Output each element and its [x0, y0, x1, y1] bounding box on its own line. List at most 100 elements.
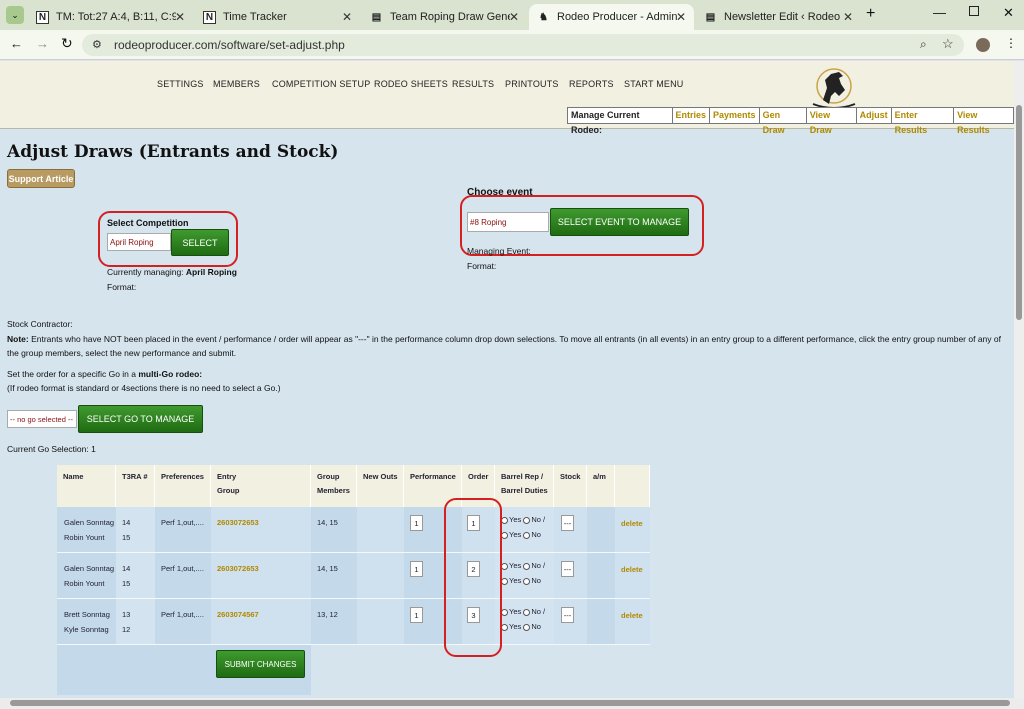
barrel-options: Yes No / Yes No: [501, 604, 545, 634]
group-members: 14, 15: [317, 564, 338, 573]
barrel-rep-no-radio[interactable]: [523, 562, 531, 570]
select-competition-button[interactable]: SELECT: [171, 229, 229, 256]
link-entries[interactable]: Entries: [673, 108, 711, 123]
stock-select[interactable]: ---: [561, 561, 574, 577]
tab-list-dropdown-icon[interactable]: ⌄: [6, 6, 24, 24]
avatar[interactable]: [976, 38, 990, 52]
link-gen-draw[interactable]: Gen Draw: [760, 108, 807, 135]
barrel-duty-yes-radio[interactable]: [501, 531, 508, 539]
site-info-icon[interactable]: ⚙: [92, 38, 102, 51]
performance-input[interactable]: 1: [410, 607, 423, 623]
barrel-rep-yes-radio[interactable]: [501, 516, 508, 524]
barrel-options: Yes No / Yes No: [501, 558, 545, 588]
barrel-duty-no-radio[interactable]: [523, 623, 531, 631]
select-go-button[interactable]: SELECT GO TO MANAGE: [78, 405, 203, 433]
browser-tab[interactable]: ▤ Newsletter Edit ‹ Rodeo Produc ✕: [696, 4, 861, 30]
barrel-rep-yes-radio[interactable]: [501, 562, 508, 570]
barrel-duty-no-radio[interactable]: [523, 531, 531, 539]
barrel-options: Yes No / Yes No: [501, 512, 545, 542]
link-payments[interactable]: Payments: [710, 108, 760, 123]
link-enter-results[interactable]: Enter Results: [892, 108, 955, 135]
close-icon[interactable]: ✕: [843, 10, 853, 24]
competition-input[interactable]: April Roping: [107, 233, 171, 251]
maximize-icon[interactable]: [969, 6, 979, 16]
close-icon[interactable]: ✕: [342, 10, 352, 24]
barrel-duty-no-radio[interactable]: [523, 577, 531, 585]
notion-icon: N: [203, 10, 216, 24]
delete-link[interactable]: delete: [621, 608, 643, 623]
row-divider: [57, 552, 650, 553]
barrel-duty-yes-radio[interactable]: [501, 623, 508, 631]
entrant-name: Brett Sonntag Kyle Sonntag: [64, 610, 110, 634]
barrel-rep-no-radio[interactable]: [523, 516, 531, 524]
go-instructions-note: (If rodeo format is standard or 4section…: [7, 383, 281, 393]
address-bar: ← → ↻ ⚙ rodeoproducer.com/software/set-a…: [0, 30, 1024, 60]
minimize-icon[interactable]: —: [933, 5, 946, 20]
col-header-barrel: Barrel Rep / Barrel Duties: [495, 465, 554, 507]
vertical-scrollbar[interactable]: [1014, 61, 1024, 698]
bookmark-star-icon[interactable]: ☆: [942, 36, 954, 52]
link-view-draw[interactable]: View Draw: [807, 108, 857, 135]
performance-input[interactable]: 1: [410, 515, 423, 531]
horse-logo-icon: [812, 68, 856, 109]
hscrollbar-thumb[interactable]: [10, 700, 1010, 706]
nav-start-menu[interactable]: START MENU: [624, 79, 684, 89]
delete-link[interactable]: delete: [621, 516, 643, 531]
preferences: Perf 1,out,....: [161, 564, 204, 573]
nav-competition-setup[interactable]: COMPETITION SETUP: [272, 79, 370, 89]
link-view-results[interactable]: View Results: [954, 108, 1013, 135]
event-input[interactable]: #8 Roping: [467, 212, 549, 232]
zoom-icon[interactable]: ⌕: [920, 37, 927, 52]
back-icon[interactable]: ←: [10, 36, 23, 51]
new-tab-icon[interactable]: +: [866, 5, 875, 23]
support-article-button[interactable]: Support Article: [7, 169, 75, 188]
col-header-entry-group: Entry Group: [211, 465, 311, 507]
barrel-duty-yes-radio[interactable]: [501, 577, 508, 585]
nav-reports[interactable]: REPORTS: [569, 79, 614, 89]
barrel-rep-yes-radio[interactable]: [501, 608, 508, 616]
menu-dots-icon[interactable]: ⋮: [1005, 36, 1017, 50]
close-icon[interactable]: ✕: [175, 10, 185, 24]
col-header-action: [615, 465, 650, 507]
entry-group-link[interactable]: 2603072653: [217, 561, 259, 576]
close-icon[interactable]: ✕: [676, 10, 686, 24]
nav-settings[interactable]: SETTINGS: [157, 79, 204, 89]
close-window-icon[interactable]: ✕: [1003, 5, 1014, 21]
browser-tab-active[interactable]: ♞ Rodeo Producer - Admin-Assign ✕: [529, 4, 694, 30]
entry-group-link[interactable]: 2603072653: [217, 515, 259, 530]
entry-group-link[interactable]: 2603074567: [217, 607, 259, 622]
scrollbar-thumb[interactable]: [1016, 105, 1022, 320]
nav-results[interactable]: RESULTS: [452, 79, 494, 89]
entrant-name: Galen Sonntag Robin Yount: [64, 564, 115, 588]
submit-changes-button[interactable]: SUBMIT CHANGES: [216, 650, 305, 678]
col-am: [587, 507, 615, 645]
close-icon[interactable]: ✕: [509, 10, 519, 24]
url-field[interactable]: ⚙ rodeoproducer.com/software/set-adjust.…: [82, 34, 964, 56]
horizontal-scrollbar[interactable]: [0, 698, 1024, 709]
t3ra-number: 13 12: [122, 610, 131, 634]
t3ra-number: 14 15: [122, 564, 131, 588]
go-select[interactable]: -- no go selected --: [7, 410, 77, 428]
select-event-button[interactable]: SELECT EVENT TO MANAGE: [550, 208, 689, 236]
currently-managing: Currently managing: April Roping: [107, 267, 237, 277]
managing-event-label: Managing Event:: [467, 246, 531, 256]
delete-link[interactable]: delete: [621, 562, 643, 577]
nav-rodeo-sheets[interactable]: RODEO SHEETS: [374, 79, 448, 89]
preferences: Perf 1,out,....: [161, 610, 204, 619]
browser-tab[interactable]: N TM: Tot:27 A:4, B:11, C:9, D:1, E: ✕: [28, 4, 193, 30]
stock-select[interactable]: ---: [561, 515, 574, 531]
stock-contractor-label: Stock Contractor:: [7, 319, 73, 329]
nav-printouts[interactable]: PRINTOUTS: [505, 79, 559, 89]
browser-tab[interactable]: N Time Tracker ✕: [195, 4, 360, 30]
forward-icon[interactable]: →: [36, 36, 49, 51]
reload-icon[interactable]: ↻: [61, 35, 73, 52]
col-header-stock: Stock: [554, 465, 587, 507]
barrel-rep-no-radio[interactable]: [523, 608, 531, 616]
performance-input[interactable]: 1: [410, 561, 423, 577]
browser-tab[interactable]: ▤ Team Roping Draw Generation ✕: [362, 4, 527, 30]
nav-members[interactable]: MEMBERS: [213, 79, 260, 89]
col-header-t3ra: T3RA #: [116, 465, 155, 507]
link-adjust[interactable]: Adjust: [857, 108, 892, 123]
stock-select[interactable]: ---: [561, 607, 574, 623]
site-header: SETTINGS MEMBERS COMPETITION SETUP RODEO…: [0, 61, 1014, 135]
